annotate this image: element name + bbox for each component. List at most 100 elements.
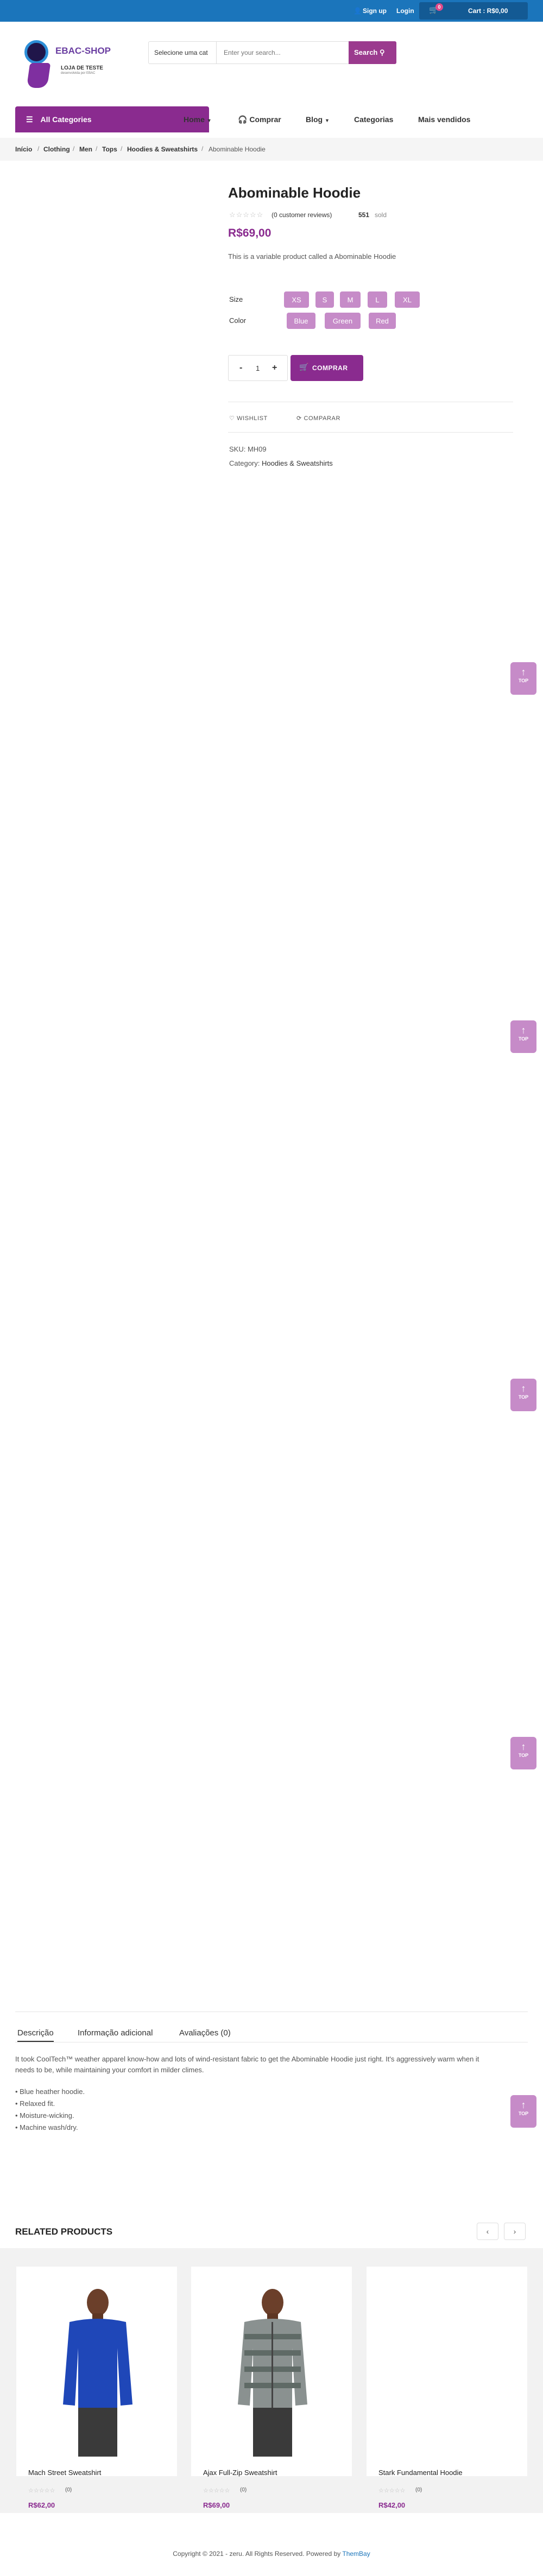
scroll-top-label: TOP <box>518 1036 529 1042</box>
tab-informacao-adicional[interactable]: Informação adicional <box>78 2028 153 2038</box>
scroll-top-button[interactable]: ↑TOP <box>510 662 536 695</box>
quantity-minus-button[interactable]: - <box>239 363 242 373</box>
customer-reviews-link[interactable]: (0 customer reviews) <box>272 211 332 219</box>
nav-item-categorias[interactable]: Categorias <box>354 115 393 124</box>
arrow-up-icon: ↑ <box>521 1741 526 1752</box>
breadcrumb-inicio[interactable]: Início <box>15 145 32 153</box>
signup-link[interactable]: Sign up <box>363 7 387 15</box>
arrow-up-icon: ↑ <box>521 1025 526 1036</box>
sku-line: SKU: MH09 <box>229 445 267 453</box>
product-card[interactable]: Mach Street Sweatshirt ☆☆☆☆☆ (0) R$62,00 <box>16 2267 177 2509</box>
category-label: Category: <box>229 459 260 467</box>
themebay-link[interactable]: ThemBay <box>342 2550 370 2558</box>
buy-button[interactable]: 🛒 COMPRAR <box>291 355 363 381</box>
footer: Copyright © 2021 - zeru. All Rights Rese… <box>0 2550 543 2558</box>
nav-blog-label: Blog <box>306 115 323 124</box>
arrow-up-icon: ↑ <box>521 667 526 677</box>
compare-link[interactable]: ⟳ COMPARAR <box>296 415 340 422</box>
search-bar: Selecione uma cat Search ⚲ <box>148 41 396 64</box>
refresh-icon: ⟳ <box>296 415 302 422</box>
related-products-title: RELATED PRODUCTS <box>15 2226 113 2237</box>
search-button-label: Search <box>354 48 378 56</box>
nav-item-home[interactable]: Home ▼ <box>184 115 212 124</box>
cart-label: Cart : R$0,00 <box>468 7 508 15</box>
breadcrumb-hoodies[interactable]: Hoodies & Sweatshirts <box>127 145 198 153</box>
category-link[interactable]: Hoodies & Sweatshirts <box>262 459 333 467</box>
breadcrumb-separator: / <box>96 145 98 153</box>
login-link[interactable]: Login <box>396 7 414 15</box>
color-option-red[interactable]: Red <box>369 313 396 329</box>
scroll-top-button[interactable]: ↑TOP <box>510 1737 536 1769</box>
nav-comprar-label: Comprar <box>249 115 281 124</box>
color-option-blue[interactable]: Blue <box>287 313 315 329</box>
search-input[interactable] <box>217 42 344 64</box>
breadcrumb-separator: / <box>73 145 75 153</box>
size-option-s[interactable]: S <box>315 291 334 308</box>
size-label: Size <box>229 295 243 303</box>
nav-item-comprar[interactable]: 🎧 Comprar <box>238 115 281 124</box>
cart-button[interactable]: 🛒 0 Cart : R$0,00 <box>419 2 528 20</box>
wishlist-link[interactable]: ♡ WISHLIST <box>229 415 268 422</box>
logo-title: EBAC-SHOP <box>55 46 111 56</box>
chevron-down-icon: ▼ <box>206 118 212 123</box>
size-option-xl[interactable]: XL <box>395 291 420 308</box>
carousel-prev-button[interactable]: ‹ <box>477 2223 498 2240</box>
review-count: (0) <box>65 2487 72 2493</box>
breadcrumb: Início / Clothing / Men / Tops / Hoodies… <box>0 138 543 161</box>
cart-count-badge: 0 <box>435 3 443 11</box>
breadcrumb-separator: / <box>201 145 204 153</box>
quantity-stepper: - 1 + <box>228 355 288 381</box>
all-categories-button[interactable]: ☰ All Categories <box>15 106 209 132</box>
color-label: Color <box>229 316 247 325</box>
breadcrumb-men[interactable]: Men <box>79 145 92 153</box>
logo-subtitle: LOJA DE TESTE <box>61 65 103 71</box>
size-option-xs[interactable]: XS <box>284 291 309 308</box>
tab-descricao[interactable]: Descrição <box>17 2028 54 2042</box>
category-select[interactable]: Selecione uma cat <box>149 42 217 64</box>
size-option-l[interactable]: L <box>368 291 387 308</box>
product-image <box>63 2289 132 2457</box>
sold-label: sold <box>375 211 387 219</box>
product-price: R$62,00 <box>28 2501 55 2509</box>
breadcrumb-tops[interactable]: Tops <box>102 145 117 153</box>
scroll-top-button[interactable]: ↑TOP <box>510 2095 536 2128</box>
size-option-m[interactable]: M <box>340 291 361 308</box>
product-card[interactable]: Stark Fundamental Hoodie ☆☆☆☆☆ (0) R$42,… <box>367 2267 527 2509</box>
scroll-top-label: TOP <box>518 1394 529 1400</box>
rating-stars: ☆☆☆☆☆ <box>28 2488 55 2494</box>
logo-tagline: desenvolvida por EBAC <box>61 72 96 75</box>
breadcrumb-current: Abominable Hoodie <box>209 145 266 153</box>
rating-stars: ☆☆☆☆☆ <box>378 2488 406 2494</box>
heart-icon: ♡ <box>229 415 235 422</box>
nav-home-label: Home <box>184 115 205 124</box>
menu-icon: ☰ <box>26 115 33 124</box>
color-option-green[interactable]: Green <box>325 313 361 329</box>
quantity-value[interactable]: 1 <box>256 364 260 372</box>
chevron-down-icon: ▼ <box>325 118 330 123</box>
breadcrumb-separator: / <box>37 145 40 153</box>
wishlist-label: WISHLIST <box>237 415 268 422</box>
top-bar: 👤 Sign up Login 🛒 0 Cart : R$0,00 <box>0 0 543 22</box>
product-price: R$42,00 <box>378 2501 406 2509</box>
search-button[interactable]: Search ⚲ <box>349 41 396 64</box>
sku-label: SKU: <box>229 445 246 453</box>
product-name[interactable]: Ajax Full-Zip Sweatshirt <box>203 2469 277 2477</box>
scroll-top-button[interactable]: ↑TOP <box>510 1379 536 1411</box>
tab-avaliacoes[interactable]: Avaliações (0) <box>179 2028 231 2038</box>
product-card[interactable]: Ajax Full-Zip Sweatshirt ☆☆☆☆☆ (0) R$69,… <box>191 2267 352 2509</box>
breadcrumb-clothing[interactable]: Clothing <box>43 145 70 153</box>
product-name[interactable]: Stark Fundamental Hoodie <box>378 2469 463 2477</box>
divider <box>228 432 513 433</box>
description-text-continued: needs to be, while maintaining your comf… <box>15 2066 204 2074</box>
nav-item-mais-vendidos[interactable]: Mais vendidos <box>418 115 470 124</box>
arrow-up-icon: ↑ <box>521 2099 526 2110</box>
product-title: Abominable Hoodie <box>228 185 361 201</box>
breadcrumb-separator: / <box>121 145 123 153</box>
logo-circle <box>24 40 48 64</box>
product-name[interactable]: Mach Street Sweatshirt <box>28 2469 101 2477</box>
quantity-plus-button[interactable]: + <box>272 363 277 373</box>
carousel-next-button[interactable]: › <box>504 2223 526 2240</box>
nav-item-blog[interactable]: Blog ▼ <box>306 115 330 124</box>
headset-icon: 🎧 <box>238 115 248 124</box>
scroll-top-button[interactable]: ↑TOP <box>510 1020 536 1053</box>
